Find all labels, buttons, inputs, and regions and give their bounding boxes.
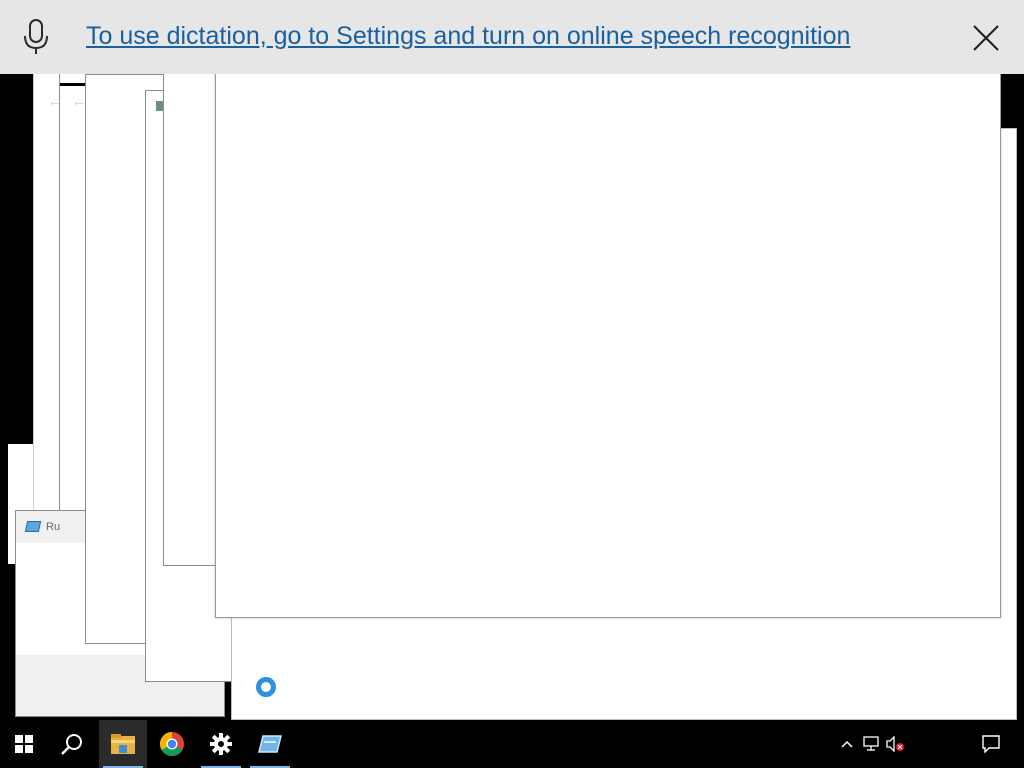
taskbar-file-explorer[interactable] (99, 720, 147, 768)
search-icon (61, 734, 82, 755)
taskbar-run[interactable] (246, 720, 294, 768)
start-button[interactable] (0, 720, 48, 768)
run-dialog-title: Ru (46, 521, 61, 533)
dictation-notification-bar: To use dictation, go to Settings and tur… (0, 0, 1024, 74)
action-center-icon (982, 735, 1000, 753)
close-button[interactable] (966, 18, 1006, 58)
action-center-button[interactable] (978, 720, 1004, 768)
run-app-icon (24, 521, 42, 532)
chevron-up-icon (841, 740, 853, 748)
taskbar-settings[interactable] (197, 720, 245, 768)
search-button[interactable] (48, 720, 96, 768)
foreground-window[interactable] (215, 60, 1001, 618)
volume-muted-icon (886, 736, 904, 752)
network-button[interactable] (860, 720, 882, 768)
microphone-icon (22, 18, 50, 56)
gear-icon (210, 733, 232, 755)
taskbar-chrome[interactable] (148, 720, 196, 768)
chrome-icon (159, 732, 184, 757)
taskbar (0, 720, 1024, 768)
windows-logo-icon (15, 735, 33, 753)
run-app-icon (258, 735, 282, 753)
dictation-settings-link[interactable]: To use dictation, go to Settings and tur… (86, 22, 850, 51)
volume-button[interactable] (884, 720, 906, 768)
network-icon (863, 736, 879, 751)
back-arrow-icon: ← (72, 93, 86, 109)
close-icon (973, 25, 999, 51)
show-hidden-icons-button[interactable] (838, 720, 856, 768)
folder-icon (111, 734, 135, 754)
loading-spinner-icon (256, 677, 276, 697)
window-title-bar-accent (60, 83, 86, 86)
